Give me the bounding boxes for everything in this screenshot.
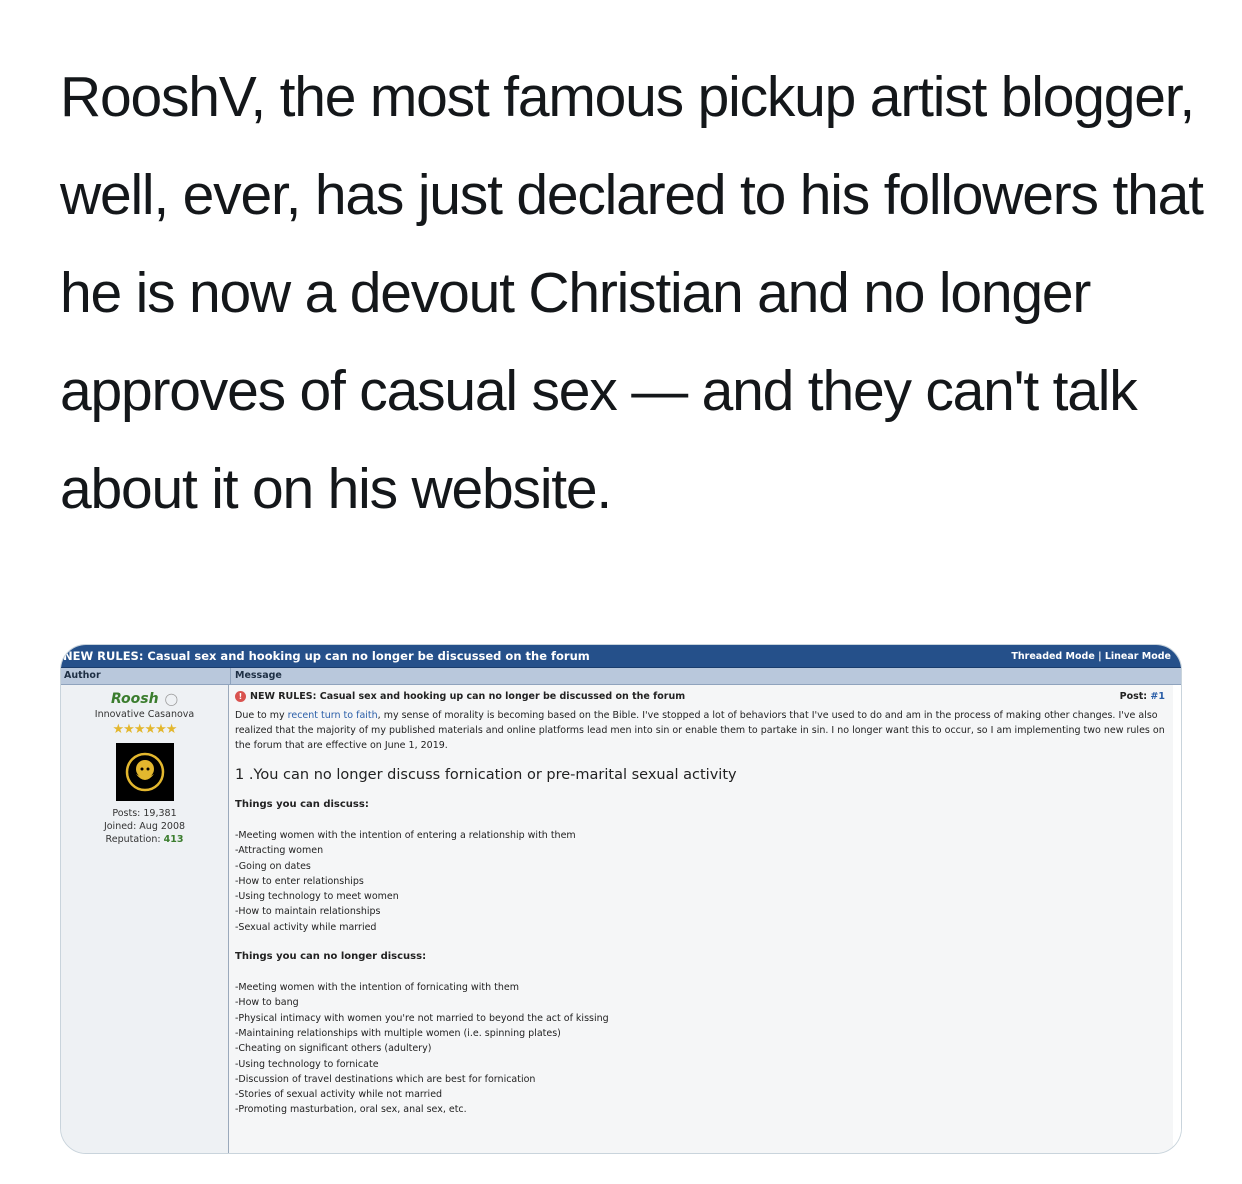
list-item: -Using technology to meet women bbox=[235, 891, 399, 903]
author-name-row: Roosh ◯ bbox=[111, 691, 178, 707]
rank-stars-icon: ★★★★★★ bbox=[112, 722, 178, 737]
thread-title: NEW RULES: Casual sex and hooking up can… bbox=[63, 649, 590, 663]
list-item: -Sexual activity while married bbox=[235, 921, 377, 933]
message-column-label: Message bbox=[235, 670, 282, 681]
faith-link[interactable]: recent turn to faith bbox=[288, 710, 378, 721]
list-item: -Attracting women bbox=[235, 845, 324, 857]
thread-header: NEW RULES: Casual sex and hooking up can… bbox=[61, 645, 1181, 668]
alert-icon: ! bbox=[235, 691, 246, 702]
list-item: -Maintaining relationships with multiple… bbox=[235, 1027, 561, 1039]
avatar-face-icon bbox=[125, 752, 164, 792]
forum-screenshot: NEW RULES: Casual sex and hooking up can… bbox=[60, 644, 1182, 1154]
author-rank: Innovative Casanova bbox=[94, 709, 195, 720]
list-item: -Physical intimacy with women you're not… bbox=[235, 1012, 609, 1024]
can-discuss-heading: Things you can discuss: bbox=[235, 799, 369, 810]
reputation-label: Reputation: bbox=[105, 834, 161, 845]
list-item: -Stories of sexual activity while not ma… bbox=[235, 1089, 443, 1101]
author-name[interactable]: Roosh bbox=[111, 691, 159, 707]
list-item: -How to maintain relationships bbox=[235, 906, 381, 918]
author-panel: Roosh ◯ Innovative Casanova ★★★★★★ Posts… bbox=[61, 685, 229, 1153]
reputation: Reputation: 413 bbox=[104, 833, 185, 846]
post-number-link[interactable]: #1 bbox=[1150, 691, 1165, 702]
list-item: -Going on dates bbox=[235, 860, 311, 872]
list-item: -Cheating on significant others (adulter… bbox=[235, 1043, 432, 1055]
list-item: -Promoting masturbation, oral sex, anal … bbox=[235, 1104, 467, 1116]
list-item: -Using technology to fornicate bbox=[235, 1058, 379, 1070]
post-intro: Due to my recent turn to faith, my sense… bbox=[235, 708, 1165, 753]
author-stats: Posts: 19,381 Joined: Aug 2008 Reputatio… bbox=[104, 807, 185, 846]
view-mode-links[interactable]: Threaded Mode | Linear Mode bbox=[1011, 651, 1171, 662]
intro-text-start: Due to my bbox=[235, 710, 288, 721]
post-row: Roosh ◯ Innovative Casanova ★★★★★★ Posts… bbox=[61, 685, 1181, 1153]
list-item: -How to enter relationships bbox=[235, 875, 364, 887]
avatar[interactable] bbox=[115, 743, 174, 801]
column-header: Author Message bbox=[61, 668, 1181, 685]
author-column-label: Author bbox=[61, 668, 231, 684]
post-number: Post: #1 bbox=[1120, 691, 1165, 702]
reputation-value[interactable]: 413 bbox=[164, 834, 184, 845]
post-number-label: Post: bbox=[1119, 691, 1148, 702]
cannot-discuss-list: -Meeting women with the intention of for… bbox=[235, 980, 1165, 1118]
post-count: Posts: 19,381 bbox=[112, 808, 177, 819]
cannot-discuss-heading: Things you can no longer discuss: bbox=[235, 951, 427, 963]
list-item: -Discussion of travel destinations which… bbox=[235, 1073, 536, 1085]
list-item: -Meeting women with the intention of ent… bbox=[235, 830, 576, 841]
tweet-text: RooshV, the most famous pickup artist bl… bbox=[60, 65, 1204, 521]
message-panel: ! NEW RULES: Casual sex and hooking up c… bbox=[229, 685, 1181, 1153]
join-date: Joined: Aug 2008 bbox=[103, 821, 186, 832]
post-title-row: ! NEW RULES: Casual sex and hooking up c… bbox=[235, 691, 685, 702]
rule-one: 1 .You can no longer discuss fornication… bbox=[235, 767, 737, 783]
can-discuss-list: -Meeting women with the intention of ent… bbox=[235, 828, 1165, 935]
post-title: NEW RULES: Casual sex and hooking up can… bbox=[250, 691, 686, 702]
post-header: ! NEW RULES: Casual sex and hooking up c… bbox=[235, 691, 1165, 702]
list-item: -How to bang bbox=[235, 997, 299, 1009]
user-status-icon: ◯ bbox=[164, 692, 179, 706]
list-item: -Meeting women with the intention of for… bbox=[235, 982, 519, 994]
